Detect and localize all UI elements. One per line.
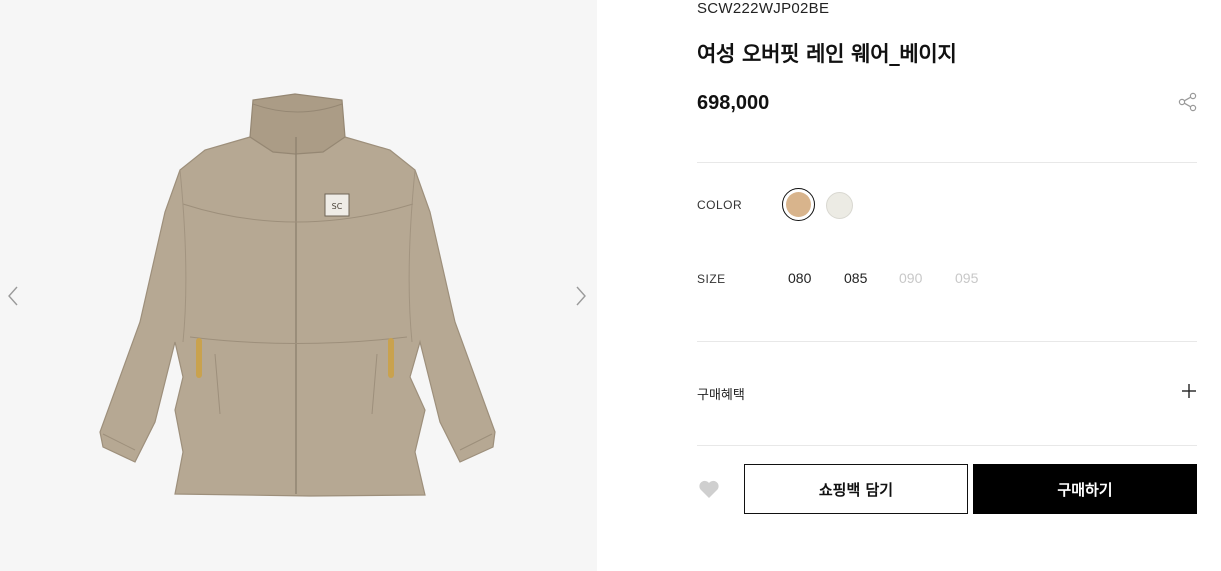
product-info-panel: SCW222WJP02BE 여성 오버핏 레인 웨어_베이지 698,000 C… [597,0,1221,571]
color-label: COLOR [697,198,743,212]
purchase-benefit-toggle[interactable]: 구매혜택 [697,384,745,403]
plus-icon [1182,384,1196,398]
size-option-080[interactable]: 080 [788,270,811,286]
add-to-cart-button[interactable]: 쇼핑백 담기 [744,464,968,514]
product-image: SC [99,93,496,497]
size-label: SIZE [697,272,726,286]
share-icon [1178,92,1197,112]
svg-text:SC: SC [332,202,343,211]
color-swatch-ivory[interactable] [826,192,853,219]
share-button[interactable] [1177,91,1199,113]
product-sku: SCW222WJP02BE [697,0,830,17]
color-swatch-beige[interactable] [782,188,815,221]
chevron-right-icon [576,286,586,306]
product-title: 여성 오버핏 레인 웨어_베이지 [697,42,957,66]
size-option-090: 090 [899,270,923,286]
gallery-next-button[interactable] [569,282,593,310]
divider [697,162,1197,163]
wishlist-button[interactable] [698,479,720,499]
divider [697,341,1197,342]
chevron-left-icon [8,286,18,306]
size-option-095: 095 [955,270,979,286]
gallery-prev-button[interactable] [1,282,25,310]
size-option-085[interactable]: 085 [844,270,867,286]
heart-icon [699,480,719,498]
expand-benefit-button[interactable] [1181,383,1197,399]
divider [697,445,1197,446]
product-price: 698,000 [697,92,770,114]
buy-now-button[interactable]: 구매하기 [973,464,1197,514]
product-image-gallery: SC [0,0,597,571]
color-swatch-beige-fill [786,192,811,217]
